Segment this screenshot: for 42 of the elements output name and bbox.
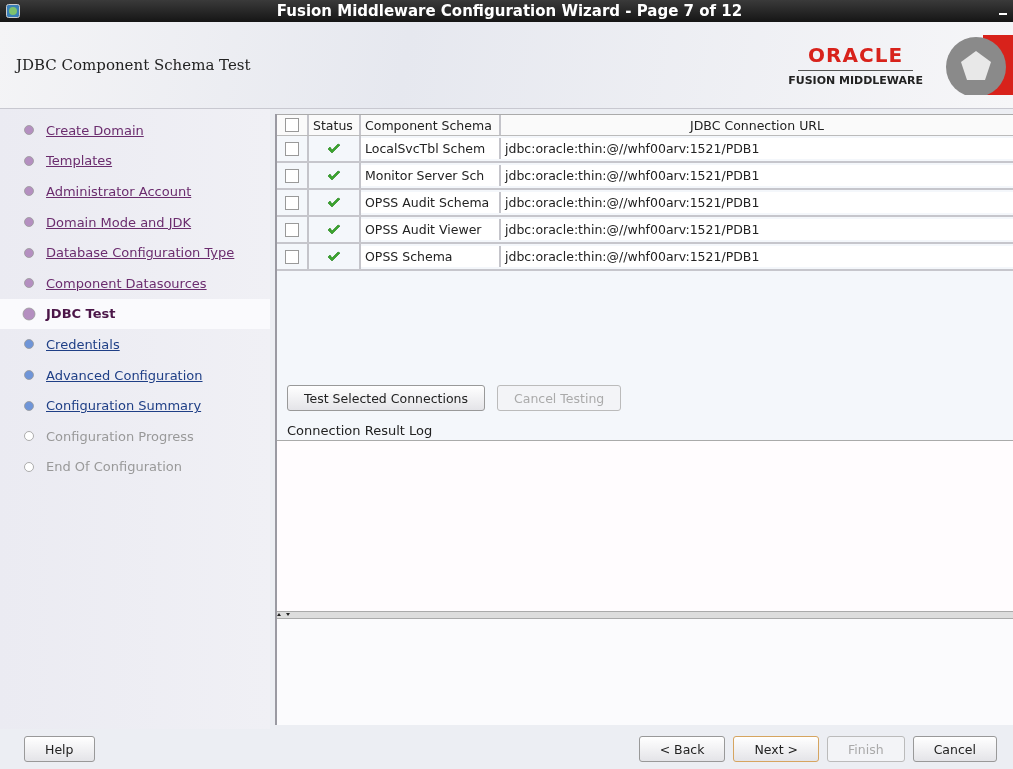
row-checkbox[interactable] [285, 222, 299, 237]
table-cell: OPSS Schema [361, 246, 501, 267]
row-checkbox[interactable] [285, 249, 299, 264]
row-checkbox[interactable] [285, 141, 299, 156]
step-link[interactable]: JDBC Test [46, 306, 116, 322]
step-link[interactable]: Credentials [46, 336, 120, 352]
step-link[interactable]: Database Configuration Type [46, 245, 235, 261]
row-checkbox[interactable] [285, 195, 299, 210]
step-link[interactable]: Advanced Configuration [46, 367, 203, 383]
wizard-button[interactable]: Cancel [912, 736, 997, 762]
table-cell: OPSS Audit Viewer [361, 219, 501, 240]
step-link[interactable]: Administrator Account [46, 184, 192, 199]
table-cell: jdbc:oracle:thin:@//whf00arv:1521/PDB1 [501, 219, 1013, 240]
splitter-arrows-icon[interactable] [277, 612, 291, 617]
step-link[interactable]: Domain Mode and JDK [46, 214, 192, 230]
column-header[interactable]: JDBC Connection URL [501, 115, 1013, 135]
step-link[interactable]: Create Domain [46, 122, 144, 138]
table-cell: LocalSvcTbl Schem [361, 138, 501, 159]
table-cell: Monitor Server Sch [361, 165, 501, 186]
step-link[interactable]: Templates [46, 153, 113, 169]
select-all-checkbox[interactable] [285, 118, 299, 132]
log-label: Connection Result Log [286, 422, 434, 440]
pentagon-emblem-icon [943, 35, 1013, 95]
step-link[interactable]: Configuration Summary [46, 398, 202, 414]
window-title: Fusion Middleware Configuration Wizard - Page 7 of 12 [275, 2, 744, 20]
page-title: JDBC Component Schema Test [16, 56, 252, 74]
column-header[interactable]: Status [309, 115, 361, 135]
logo-text: ORACLE [798, 43, 914, 71]
app-icon [6, 4, 20, 18]
table-cell: OPSS Audit Schema [361, 192, 501, 213]
action-button[interactable]: Test Selected Connections [287, 385, 485, 411]
logo-subtitle: FUSION MIDDLEWARE [788, 74, 923, 87]
table-cell: jdbc:oracle:thin:@//whf00arv:1521/PDB1 [501, 192, 1013, 213]
column-header[interactable]: Component Schema [361, 115, 501, 135]
wizard-button[interactable]: < Back [638, 736, 726, 762]
wizard-button[interactable]: Next > [733, 736, 820, 762]
table-cell: jdbc:oracle:thin:@//whf00arv:1521/PDB1 [501, 165, 1013, 186]
table-cell: jdbc:oracle:thin:@//whf00arv:1521/PDB1 [501, 138, 1013, 159]
help-button[interactable]: Help [24, 736, 95, 762]
step-link[interactable]: Component Datasources [46, 275, 207, 291]
row-checkbox[interactable] [285, 168, 299, 183]
table-cell: jdbc:oracle:thin:@//whf00arv:1521/PDB1 [501, 246, 1013, 267]
